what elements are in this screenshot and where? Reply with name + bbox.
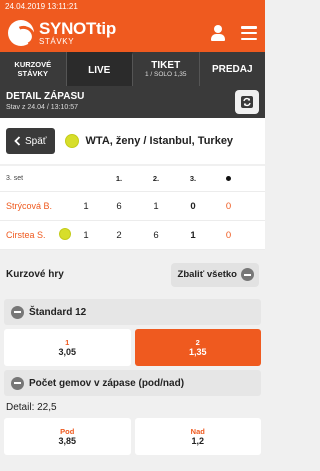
odds-section-header: Kurzové hry Zbaliť všetko bbox=[0, 250, 265, 299]
market-header[interactable]: Štandard 12 bbox=[4, 299, 261, 325]
odd-label: Nad bbox=[190, 427, 205, 436]
odd-button[interactable]: 1 3,05 bbox=[4, 329, 131, 366]
odd-button[interactable]: Nad 1,2 bbox=[134, 418, 261, 455]
logo[interactable]: SYNOTtip STÁVKY bbox=[39, 20, 116, 46]
tab-tiket[interactable]: TIKET 1 / SOLO 1,35 bbox=[133, 52, 200, 86]
nav-tabs: KURZOVÉ STÁVKY LIVE TIKET 1 / SOLO 1,35 … bbox=[0, 52, 265, 86]
tab-label: LIVE bbox=[88, 65, 111, 76]
tab-label: PREDAJ bbox=[211, 63, 253, 75]
odd-label: Pod bbox=[60, 427, 75, 436]
tab-live[interactable]: LIVE bbox=[66, 52, 133, 86]
player-game: 0 bbox=[225, 200, 232, 212]
user-icon[interactable] bbox=[211, 25, 225, 41]
odds-row: Pod 3,85 Nad 1,2 bbox=[4, 418, 261, 455]
market-title: Štandard 12 bbox=[29, 306, 87, 318]
market-header[interactable]: Počet gemov v zápase (pod/nad) bbox=[4, 370, 261, 396]
logo-sub: STÁVKY bbox=[39, 37, 75, 46]
market-detail: Detail: 22,5 bbox=[6, 402, 57, 413]
player-set-2: 1 bbox=[153, 200, 159, 212]
player-name: Cirstea S. bbox=[6, 230, 46, 240]
chevron-left-icon bbox=[14, 136, 21, 146]
player-sets: 1 bbox=[83, 229, 89, 241]
refresh-icon bbox=[241, 96, 253, 108]
player-row: Strýcová B. 1 6 1 0 0 bbox=[0, 192, 265, 221]
player-row: Cirstea S. 1 2 6 1 0 bbox=[0, 221, 265, 250]
logo-name: SYNOTtip bbox=[39, 19, 116, 38]
minus-circle-icon bbox=[11, 376, 24, 390]
serving-ball-icon bbox=[58, 227, 71, 240]
player-sets: 1 bbox=[83, 200, 89, 212]
match-header: Späť WTA, ženy / Istanbul, Turkey bbox=[0, 118, 265, 164]
tab-label: TIKET bbox=[151, 59, 181, 71]
scoreboard: 3. set 1. 2. 3. Strýcová B. 1 6 1 0 0 Ci… bbox=[0, 166, 265, 250]
player-set-3: 1 bbox=[190, 229, 196, 241]
minus-circle-icon bbox=[241, 268, 254, 281]
set-3-header: 3. bbox=[189, 174, 197, 183]
odd-value: 1,2 bbox=[191, 436, 204, 446]
odd-label: 1 bbox=[65, 338, 70, 347]
serve-dot-icon bbox=[226, 176, 231, 181]
status-datetime: 24.04.2019 13:11:21 bbox=[5, 2, 78, 11]
tab-predaj[interactable]: PREDAJ bbox=[200, 52, 266, 86]
player-name: Strýcová B. bbox=[6, 201, 53, 211]
odd-value: 1,35 bbox=[188, 347, 207, 357]
event-name: WTA, ženy / Istanbul, Turkey bbox=[85, 135, 234, 147]
odd-button-selected[interactable]: 2 1,35 bbox=[134, 329, 261, 366]
back-label: Späť bbox=[25, 135, 47, 147]
market-title: Počet gemov v zápase (pod/nad) bbox=[29, 377, 185, 389]
player-set-1: 6 bbox=[116, 200, 122, 212]
menu-icon[interactable] bbox=[241, 26, 257, 40]
brand-bar: SYNOTtip STÁVKY bbox=[0, 14, 265, 52]
odd-label: 2 bbox=[195, 338, 200, 347]
tab-label-line2: STÁVKY bbox=[17, 69, 48, 78]
tab-label: KURZOVÉ bbox=[14, 60, 52, 69]
player-set-3: 0 bbox=[190, 200, 196, 212]
back-button[interactable]: Späť bbox=[6, 128, 55, 154]
odd-value: 3,05 bbox=[58, 347, 77, 357]
collapse-all-button[interactable]: Zbaliť všetko bbox=[170, 262, 259, 287]
tab-sublabel: 1 / SOLO 1,35 bbox=[144, 70, 187, 78]
player-game: 0 bbox=[225, 229, 232, 241]
set-2-header: 2. bbox=[152, 174, 160, 183]
status-bar: 24.04.2019 13:11:21 bbox=[0, 0, 265, 14]
tab-kurzove-stavky[interactable]: KURZOVÉ STÁVKY bbox=[0, 52, 67, 86]
odd-value: 3,85 bbox=[58, 436, 77, 446]
page-title: DETAIL ZÁPASU bbox=[6, 91, 85, 102]
detail-header: DETAIL ZÁPASU Stav z 24.04 / 13:10:57 bbox=[0, 86, 265, 118]
refresh-button[interactable] bbox=[235, 90, 259, 114]
player-set-2: 6 bbox=[153, 229, 159, 241]
logo-icon[interactable] bbox=[8, 20, 34, 46]
collapse-all-label: Zbaliť všetko bbox=[177, 269, 237, 280]
state-timestamp: Stav z 24.04 / 13:10:57 bbox=[6, 104, 78, 111]
minus-circle-icon bbox=[11, 305, 24, 319]
current-set-label: 3. set bbox=[6, 175, 24, 182]
odds-row: 1 3,05 2 1,35 bbox=[4, 329, 261, 366]
score-header-row: 3. set 1. 2. 3. bbox=[0, 166, 265, 192]
set-1-header: 1. bbox=[115, 174, 123, 183]
section-title: Kurzové hry bbox=[6, 269, 64, 280]
odd-button[interactable]: Pod 3,85 bbox=[4, 418, 131, 455]
player-set-1: 2 bbox=[116, 229, 122, 241]
tennis-ball-icon bbox=[64, 134, 79, 148]
